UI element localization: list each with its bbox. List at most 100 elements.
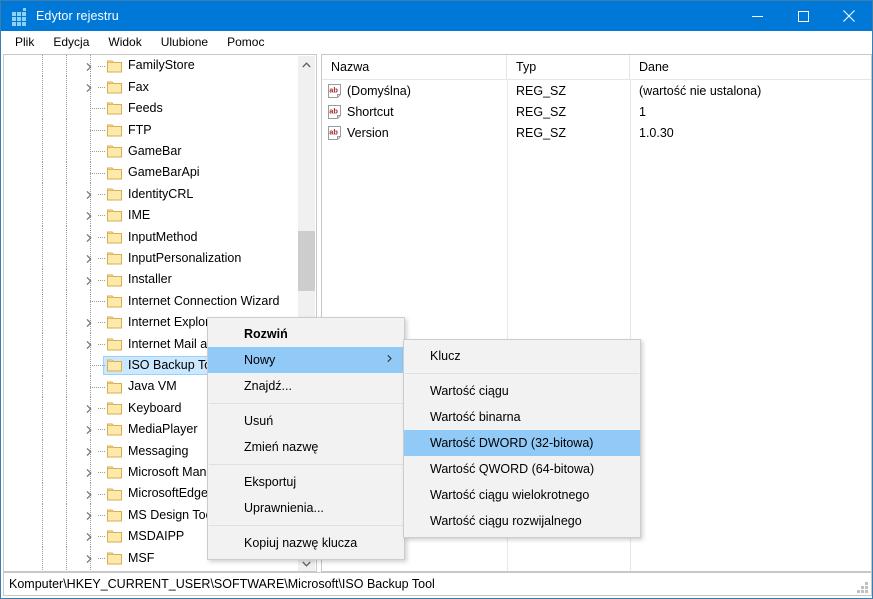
- tree-item-label: InputMethod: [128, 229, 198, 244]
- tree-item-gamebarapi[interactable]: GameBarApi: [4, 162, 299, 184]
- tree-item-ime[interactable]: IME: [4, 204, 299, 227]
- menu-item-nowy[interactable]: Nowy: [208, 347, 404, 373]
- menu-pomoc[interactable]: Pomoc: [218, 33, 273, 52]
- menu-ulubione[interactable]: Ulubione: [152, 33, 217, 52]
- value-data: (wartość nie ustalona): [639, 83, 762, 98]
- value-name: Shortcut: [347, 104, 394, 119]
- tree-item-gamebar[interactable]: GameBar: [4, 140, 299, 162]
- value-type: REG_SZ: [516, 104, 567, 119]
- menu-edycja[interactable]: Edycja: [44, 33, 98, 52]
- tree-item-label: MS Design Tool: [128, 507, 216, 522]
- value-data: 1: [639, 104, 646, 119]
- menu-item-label: Nowy: [244, 353, 276, 367]
- context-menu[interactable]: Rozwiń Nowy Znajdź... Usuń Zmień nazwę Ekspor…: [207, 317, 405, 560]
- menu-item-label: Wartość binarna: [430, 410, 521, 424]
- tree-item-installer[interactable]: Installer: [4, 269, 299, 291]
- tree-item-ftp[interactable]: FTP: [4, 119, 299, 141]
- value-row[interactable]: ab (Domyślna) REG_SZ (wartość nie ustalona): [322, 80, 871, 101]
- tree-item-feeds[interactable]: Feeds: [4, 97, 299, 120]
- menu-separator: [405, 373, 639, 374]
- tree-item-label: GameBar: [128, 144, 182, 159]
- menu-bar: Plik Edycja Widok Ulubione Pomoc: [1, 31, 872, 54]
- title-bar[interactable]: Edytor rejestru: [1, 1, 872, 31]
- tree-item-multimedia[interactable]: Multimedia: [4, 568, 299, 571]
- scrollbar-thumb[interactable]: [298, 231, 315, 291]
- menu-item-label: Eksportuj: [244, 475, 297, 489]
- tree-item-label: Java VM: [128, 379, 177, 394]
- context-submenu-new[interactable]: Klucz Wartość ciągu Wartość binarna Wartość…: [403, 339, 641, 538]
- menu-item-rozwi[interactable]: Rozwiń: [208, 321, 404, 347]
- tree-item-label: IME: [128, 208, 151, 223]
- tree-item-label: Installer: [128, 272, 172, 287]
- tree-item-label: Fax: [128, 79, 149, 94]
- tree-item-identitycrl[interactable]: IdentityCRL: [4, 183, 299, 205]
- value-name: Version: [347, 125, 389, 140]
- close-button[interactable]: [826, 1, 872, 31]
- menu-item-warto-dword-32-bitowa[interactable]: Wartość DWORD (32-bitowa): [404, 430, 640, 456]
- tree-item-internet-connection-wizard[interactable]: Internet Connection Wizard: [4, 290, 299, 312]
- tree-item-label: GameBarApi: [128, 165, 200, 180]
- tree-item-inputpersonalization[interactable]: InputPersonalization: [4, 247, 299, 269]
- value-name-cell[interactable]: ab Version: [322, 125, 507, 140]
- value-name-cell[interactable]: ab Shortcut: [322, 104, 507, 119]
- scroll-up-icon[interactable]: [298, 56, 315, 73]
- menu-item-label: Wartość ciągu wielokrotnego: [430, 488, 590, 502]
- status-bar: Komputer\HKEY_CURRENT_USER\SOFTWARE\Micr…: [3, 572, 872, 596]
- menu-item-label: Uprawnienia...: [244, 501, 324, 515]
- menu-item-label: Usuń: [244, 414, 274, 428]
- tree-item-familystore[interactable]: FamilyStore: [4, 55, 299, 77]
- menu-item-warto-binarna[interactable]: Wartość binarna: [404, 404, 640, 430]
- menu-item-warto-ci-gu-wielokrotnego[interactable]: Wartość ciągu wielokrotnego: [404, 482, 640, 508]
- value-data: 1.0.30: [639, 125, 674, 140]
- value-type: REG_SZ: [516, 125, 567, 140]
- menu-item-uprawnienia[interactable]: Uprawnienia...: [208, 495, 404, 521]
- value-row[interactable]: ab Version REG_SZ 1.0.30: [322, 122, 871, 143]
- menu-separator: [209, 525, 403, 526]
- menu-item-klucz[interactable]: Klucz: [404, 343, 640, 369]
- tree-item-label: InputPersonalization: [128, 251, 242, 266]
- tree-item-label: FamilyStore: [128, 58, 195, 73]
- menu-item-kopiuj-nazw-klucza[interactable]: Kopiuj nazwę klucza: [208, 530, 404, 556]
- tree-item-label: MSDAIPP: [128, 529, 185, 544]
- menu-item-zmie-nazw[interactable]: Zmień nazwę: [208, 434, 404, 460]
- menu-item-warto-ci-gu-rozwijalnego[interactable]: Wartość ciągu rozwijalnego: [404, 508, 640, 534]
- window-controls: [734, 1, 872, 31]
- tree-item-label: Messaging: [128, 443, 189, 458]
- menu-item-eksportuj[interactable]: Eksportuj: [208, 469, 404, 495]
- menu-item-usu[interactable]: Usuń: [208, 408, 404, 434]
- maximize-button[interactable]: [780, 1, 826, 31]
- column-header-type[interactable]: Typ: [507, 55, 630, 79]
- value-name: (Domyślna): [347, 83, 411, 98]
- menu-item-warto-ci-gu[interactable]: Wartość ciągu: [404, 378, 640, 404]
- tree-item-fax[interactable]: Fax: [4, 76, 299, 98]
- tree-item-label: MediaPlayer: [128, 422, 198, 437]
- values-list[interactable]: ab (Domyślna) REG_SZ (wartość nie ustalona)…: [322, 80, 871, 143]
- value-type: REG_SZ: [516, 83, 567, 98]
- svg-text:ab: ab: [329, 106, 338, 115]
- menu-separator: [209, 464, 403, 465]
- menu-item-label: Wartość QWORD (64-bitowa): [430, 462, 595, 476]
- minimize-button[interactable]: [734, 1, 780, 31]
- menu-item-label: Klucz: [430, 349, 461, 363]
- menu-plik[interactable]: Plik: [6, 33, 43, 52]
- submenu-arrow-icon: [387, 354, 392, 366]
- tree-item-inputmethod[interactable]: InputMethod: [4, 226, 299, 248]
- menu-widok[interactable]: Widok: [99, 33, 150, 52]
- registry-grid-icon: [11, 8, 27, 26]
- tree-item-label: Keyboard: [128, 400, 182, 415]
- column-header-data[interactable]: Dane: [630, 55, 871, 79]
- menu-separator: [209, 403, 403, 404]
- value-row[interactable]: ab Shortcut REG_SZ 1: [322, 101, 871, 122]
- value-name-cell[interactable]: ab (Domyślna): [322, 83, 507, 98]
- string-value-icon: ab: [328, 83, 341, 98]
- menu-item-label: Znajdź...: [244, 379, 292, 393]
- tree-item-label: MSF: [128, 550, 155, 565]
- menu-item-warto-qword-64-bitowa[interactable]: Wartość QWORD (64-bitowa): [404, 456, 640, 482]
- tree-guide-line: [42, 568, 43, 571]
- column-header-name[interactable]: Nazwa: [322, 55, 507, 79]
- resize-grip-icon[interactable]: [855, 582, 869, 596]
- string-value-icon: ab: [328, 104, 341, 119]
- menu-item-znajd[interactable]: Znajdź...: [208, 373, 404, 399]
- string-value-icon: ab: [328, 125, 341, 140]
- values-column-header[interactable]: Nazwa Typ Dane: [322, 55, 871, 80]
